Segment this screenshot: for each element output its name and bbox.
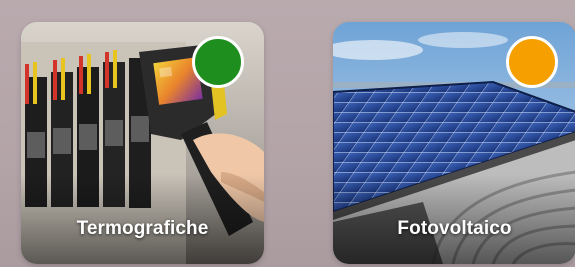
- tile-label: Fotovoltaico: [397, 218, 512, 239]
- status-indicator-green-icon: [192, 36, 244, 88]
- service-grid: Termografiche Fotovoltaico: [0, 0, 575, 267]
- tile-fotovoltaico[interactable]: Fotovoltaico: [333, 22, 575, 264]
- status-indicator-orange-icon: [506, 36, 558, 88]
- tile-label: Termografiche: [76, 218, 209, 239]
- tile-termografiche[interactable]: Termografiche: [21, 22, 264, 264]
